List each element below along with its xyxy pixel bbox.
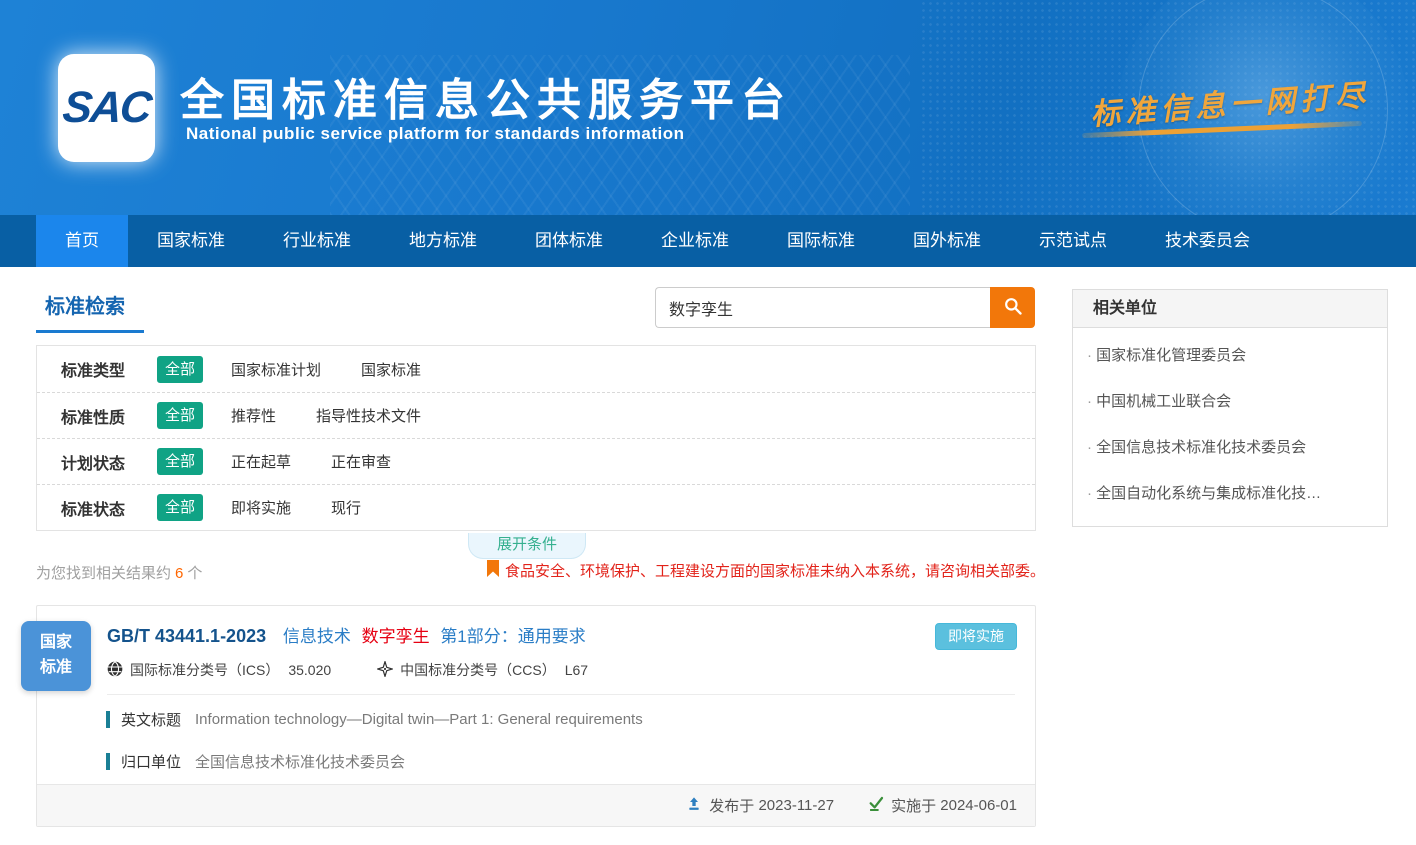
compass-icon bbox=[377, 661, 400, 680]
upload-icon bbox=[686, 796, 709, 816]
related-unit-link[interactable]: 中国机械工业联合会 bbox=[1073, 379, 1387, 425]
related-unit-link[interactable]: 全国信息技术标准化技术委员会 bbox=[1073, 425, 1387, 471]
standard-title-part1[interactable]: 信息技术 bbox=[283, 627, 351, 646]
filter-panel: 标准类型 全部 国家标准计划 国家标准 标准性质 全部 推荐性 指导性技术文件 … bbox=[36, 345, 1036, 531]
card-footer: 发布于 2023-11-27 实施于 2024-06-01 bbox=[37, 784, 1035, 826]
nav-tab-national-standards[interactable]: 国家标准 bbox=[128, 215, 254, 267]
publish-value: 2023-11-27 bbox=[758, 797, 834, 814]
result-count-prefix: 为您找到相关结果约 bbox=[36, 565, 171, 582]
filter-label: 标准类型 bbox=[61, 357, 157, 381]
filter-option[interactable]: 国家标准 bbox=[361, 359, 421, 380]
card-divider bbox=[107, 694, 1015, 695]
site-title: 全国标准信息公共服务平台 bbox=[180, 64, 792, 128]
committee-label: 归口单位 bbox=[121, 751, 181, 772]
filter-label: 计划状态 bbox=[61, 450, 157, 474]
search-bar bbox=[655, 287, 1035, 328]
related-units-title: 相关单位 bbox=[1073, 290, 1387, 328]
globe-icon bbox=[107, 661, 130, 680]
english-title-value: Information technology—Digital twin—Part… bbox=[195, 711, 643, 728]
filter-row-standard-nature: 标准性质 全部 推荐性 指导性技术文件 bbox=[37, 392, 1035, 438]
standard-title-highlight[interactable]: 数字孪生 bbox=[362, 627, 430, 646]
nav-tab-enterprise-standards[interactable]: 企业标准 bbox=[632, 215, 758, 267]
result-count-number: 6 bbox=[171, 565, 187, 582]
section-title-underline bbox=[36, 330, 144, 333]
implement-value: 2024-06-01 bbox=[940, 797, 1017, 814]
publish-date: 发布于 2023-11-27 bbox=[686, 795, 834, 816]
site-subtitle: National public service platform for sta… bbox=[186, 124, 684, 144]
expand-conditions-button[interactable]: 展开条件 bbox=[468, 533, 586, 559]
ics-label: 国际标准分类号（ICS） bbox=[130, 660, 279, 680]
filter-option[interactable]: 现行 bbox=[331, 497, 361, 518]
filter-option[interactable]: 推荐性 bbox=[231, 405, 276, 426]
nav-tab-group-standards[interactable]: 团体标准 bbox=[506, 215, 632, 267]
section-title-standard-search: 标准检索 bbox=[45, 290, 125, 319]
filter-all-button[interactable]: 全部 bbox=[157, 448, 203, 475]
ccs-label: 中国标准分类号（CCS） bbox=[400, 660, 556, 680]
standard-code-link[interactable]: GB/T 43441.1-2023 bbox=[107, 626, 266, 646]
standard-title-row: GB/T 43441.1-2023 信息技术 数字孪生 第1部分：通用要求 bbox=[37, 606, 1035, 647]
result-count: 为您找到相关结果约6个 bbox=[36, 562, 202, 583]
ics-classification: 国际标准分类号（ICS） 35.020 bbox=[107, 660, 331, 680]
teal-bar bbox=[106, 711, 110, 728]
sac-logo[interactable]: SAC bbox=[58, 54, 155, 162]
filter-label: 标准状态 bbox=[61, 496, 157, 520]
badge-line2: 标准 bbox=[40, 656, 72, 681]
nav-tab-home[interactable]: 首页 bbox=[36, 215, 128, 267]
classification-row: 国际标准分类号（ICS） 35.020 中国标准分类号（CCS） L67 bbox=[37, 660, 1035, 680]
english-title-row: 英文标题 Information technology—Digital twin… bbox=[37, 709, 1035, 730]
result-count-suffix: 个 bbox=[187, 565, 202, 582]
implement-label: 实施于 bbox=[891, 795, 936, 816]
nav-tab-pilot[interactable]: 示范试点 bbox=[1010, 215, 1136, 267]
related-unit-link[interactable]: 国家标准化管理委员会 bbox=[1073, 333, 1387, 379]
filter-all-button[interactable]: 全部 bbox=[157, 494, 203, 521]
system-notice: 食品安全、环境保护、工程建设方面的国家标准未纳入本系统，请咨询相关部委。 bbox=[487, 560, 1045, 581]
related-unit-link[interactable]: 全国自动化系统与集成标准化技… bbox=[1073, 471, 1387, 517]
ccs-value: L67 bbox=[565, 662, 588, 678]
publish-label: 发布于 bbox=[709, 795, 754, 816]
bookmark-icon bbox=[487, 560, 505, 581]
nav-tab-industry-standards[interactable]: 行业标准 bbox=[254, 215, 380, 267]
filter-label: 标准性质 bbox=[61, 404, 157, 428]
site-header: SAC 全国标准信息公共服务平台 National public service… bbox=[0, 0, 1416, 215]
notice-text: 食品安全、环境保护、工程建设方面的国家标准未纳入本系统，请咨询相关部委。 bbox=[505, 560, 1045, 581]
nav-tab-foreign-standards[interactable]: 国外标准 bbox=[884, 215, 1010, 267]
related-units-panel: 相关单位 国家标准化管理委员会 中国机械工业联合会 全国信息技术标准化技术委员会… bbox=[1072, 289, 1388, 527]
english-title-label: 英文标题 bbox=[121, 709, 181, 730]
standard-result-card: 国家 标准 GB/T 43441.1-2023 信息技术 数字孪生 第1部分：通… bbox=[36, 605, 1036, 827]
filter-option[interactable]: 正在审查 bbox=[331, 451, 391, 472]
implement-date: 实施于 2024-06-01 bbox=[868, 795, 1017, 816]
nav-tab-technical-committee[interactable]: 技术委员会 bbox=[1136, 215, 1279, 267]
main-nav: 首页 国家标准 行业标准 地方标准 团体标准 企业标准 国际标准 国外标准 示范… bbox=[0, 215, 1416, 267]
filter-option[interactable]: 国家标准计划 bbox=[231, 359, 321, 380]
filter-all-button[interactable]: 全部 bbox=[157, 402, 203, 429]
filter-row-plan-status: 计划状态 全部 正在起草 正在审查 bbox=[37, 438, 1035, 484]
ccs-classification: 中国标准分类号（CCS） L67 bbox=[377, 660, 588, 680]
committee-value: 全国信息技术标准化技术委员会 bbox=[195, 751, 405, 772]
search-button[interactable] bbox=[990, 287, 1035, 328]
nav-tab-local-standards[interactable]: 地方标准 bbox=[380, 215, 506, 267]
ics-value: 35.020 bbox=[288, 662, 331, 678]
status-badge: 即将实施 bbox=[935, 623, 1017, 650]
check-icon bbox=[868, 796, 891, 816]
standard-title-part2[interactable]: 第1部分：通用要求 bbox=[440, 627, 585, 646]
nav-tab-international-standards[interactable]: 国际标准 bbox=[758, 215, 884, 267]
filter-row-standard-type: 标准类型 全部 国家标准计划 国家标准 bbox=[37, 346, 1035, 392]
filter-option[interactable]: 即将实施 bbox=[231, 497, 291, 518]
filter-option[interactable]: 指导性技术文件 bbox=[316, 405, 421, 426]
related-units-list: 国家标准化管理委员会 中国机械工业联合会 全国信息技术标准化技术委员会 全国自动… bbox=[1073, 328, 1387, 526]
committee-row: 归口单位 全国信息技术标准化技术委员会 bbox=[37, 751, 1035, 772]
filter-option[interactable]: 正在起草 bbox=[231, 451, 291, 472]
search-input[interactable] bbox=[655, 287, 990, 328]
sac-logo-text: SAC bbox=[60, 83, 152, 133]
page: SAC 全国标准信息公共服务平台 National public service… bbox=[0, 0, 1416, 845]
teal-bar bbox=[106, 753, 110, 770]
filter-all-button[interactable]: 全部 bbox=[157, 356, 203, 383]
filter-row-standard-status: 标准状态 全部 即将实施 现行 bbox=[37, 484, 1035, 530]
search-icon bbox=[1003, 296, 1023, 319]
